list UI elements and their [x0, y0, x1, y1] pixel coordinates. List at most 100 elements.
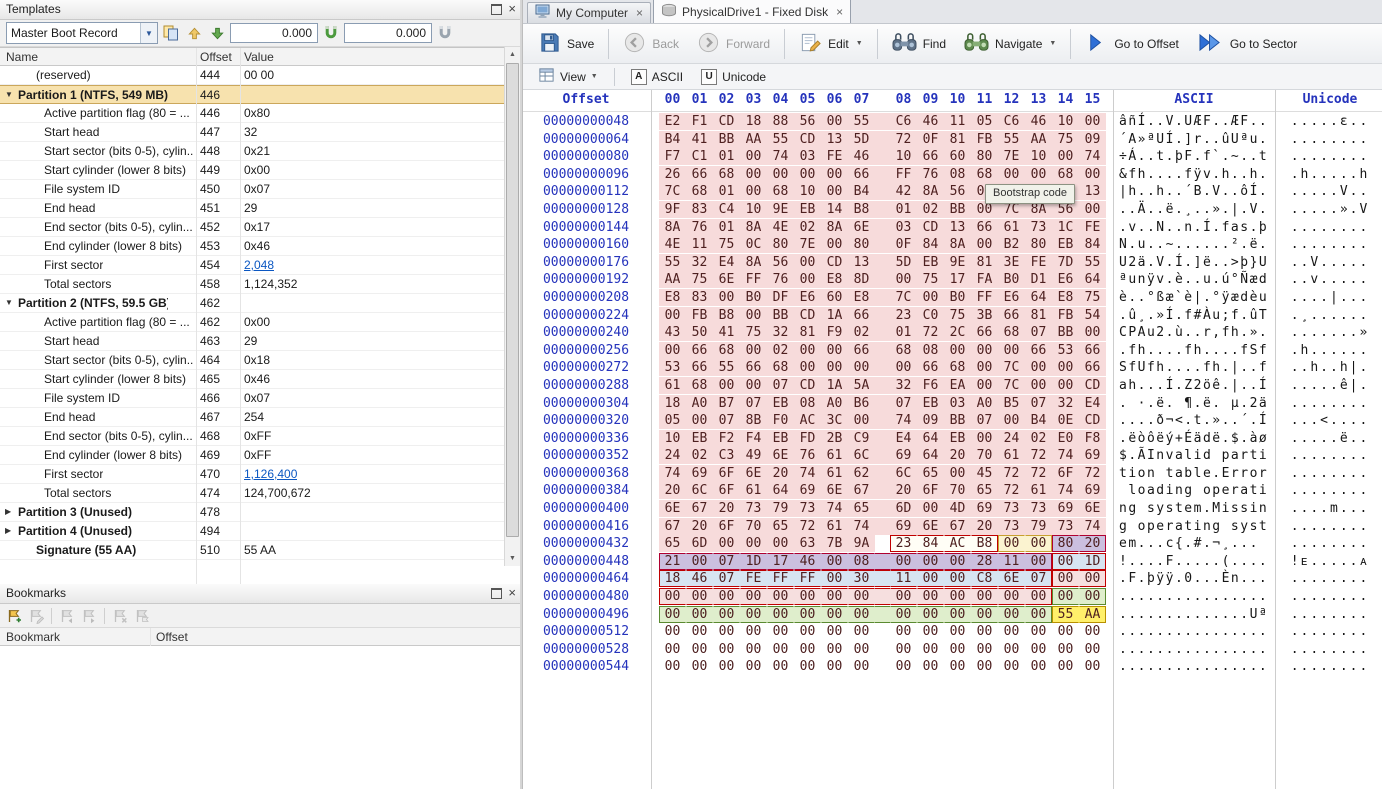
hex-byte-cell[interactable]: EB: [1052, 236, 1079, 253]
hex-byte-cell[interactable]: FD: [794, 430, 821, 447]
hex-byte-cell[interactable]: 60: [821, 289, 848, 306]
hex-byte-cell[interactable]: 74: [1079, 518, 1106, 535]
hex-byte-cell[interactable]: 7C: [998, 377, 1025, 394]
hex-byte-cell[interactable]: 20: [1079, 535, 1106, 552]
hex-byte-cell[interactable]: C6: [890, 113, 917, 130]
hex-byte-cell[interactable]: 55: [998, 131, 1025, 148]
hex-unicode-cell[interactable]: ........: [1277, 606, 1382, 623]
hex-byte-cell[interactable]: CD: [794, 307, 821, 324]
hex-byte-cell[interactable]: 68: [1052, 166, 1079, 183]
hex-byte-cell[interactable]: 00: [944, 606, 971, 623]
hex-byte-cell[interactable]: 26: [659, 166, 686, 183]
hex-byte-cell[interactable]: 74: [767, 148, 794, 165]
hex-byte-cell[interactable]: 66: [686, 342, 713, 359]
chevron-down-icon[interactable]: ▼: [140, 23, 157, 43]
template-row-total-sectors[interactable]: Total sectors4581,124,352: [0, 275, 520, 294]
hex-byte-cell[interactable]: 00: [998, 412, 1025, 429]
hex-byte-cell[interactable]: 7E: [794, 236, 821, 253]
template-row-end-head[interactable]: End head45129: [0, 199, 520, 218]
hex-byte-cell[interactable]: 7E: [998, 148, 1025, 165]
hex-byte-cell[interactable]: 68: [998, 324, 1025, 341]
hex-byte-cell[interactable]: 03: [944, 395, 971, 412]
hex-byte-cell[interactable]: AA: [740, 131, 767, 148]
hex-byte-cell[interactable]: C8: [971, 570, 998, 587]
hex-byte-cell[interactable]: 61: [998, 447, 1025, 464]
hex-byte-cell[interactable]: 00: [821, 183, 848, 200]
view-button[interactable]: View▼: [531, 66, 605, 87]
hex-byte-cell[interactable]: C3: [713, 447, 740, 464]
hex-byte-cell[interactable]: 83: [686, 201, 713, 218]
hex-byte-cell[interactable]: 32: [686, 254, 713, 271]
hex-byte-cell[interactable]: 00: [740, 183, 767, 200]
hex-byte-cell[interactable]: 55: [767, 131, 794, 148]
hex-byte-cell[interactable]: 00: [971, 658, 998, 675]
hex-byte-cell[interactable]: 88: [767, 113, 794, 130]
hex-byte-cell[interactable]: 81: [794, 324, 821, 341]
hex-byte-cell[interactable]: 00: [971, 236, 998, 253]
hex-byte-cell[interactable]: 00: [917, 500, 944, 517]
hex-byte-cell[interactable]: 6E: [767, 447, 794, 464]
hex-byte-cell[interactable]: EB: [686, 430, 713, 447]
hex-byte-cell[interactable]: 61: [740, 482, 767, 499]
hex-byte-cell[interactable]: 00: [890, 641, 917, 658]
hex-byte-cell[interactable]: 00: [713, 535, 740, 552]
template-row-start-head[interactable]: Start head46329: [0, 332, 520, 351]
chevron-down-icon[interactable]: ▼: [856, 40, 863, 47]
hex-byte-cell[interactable]: 00: [686, 553, 713, 570]
remove-bookmark-icon[interactable]: [110, 606, 130, 626]
hex-byte-cell[interactable]: 24: [659, 447, 686, 464]
hex-byte-cell[interactable]: 76: [767, 271, 794, 288]
hex-byte-cell[interactable]: 64: [1079, 271, 1106, 288]
save-button[interactable]: Save: [529, 28, 603, 60]
hex-byte-cell[interactable]: 80: [1025, 236, 1052, 253]
hex-byte-cell[interactable]: 00: [971, 342, 998, 359]
hex-byte-cell[interactable]: 00: [821, 570, 848, 587]
hex-byte-cell[interactable]: F6: [917, 377, 944, 394]
hex-unicode-cell[interactable]: !ᴇ.....ᴀ: [1277, 553, 1382, 570]
hex-byte-cell[interactable]: 74: [821, 500, 848, 517]
hex-byte-cell[interactable]: 1C: [1052, 219, 1079, 236]
hex-byte-cell[interactable]: 84: [917, 535, 944, 552]
hex-unicode-cell[interactable]: ....|...: [1277, 289, 1382, 306]
hex-byte-cell[interactable]: 75: [917, 271, 944, 288]
hex-byte-cell[interactable]: 7C: [890, 289, 917, 306]
hex-byte-cell[interactable]: 8A: [917, 183, 944, 200]
hex-byte-cell[interactable]: 01: [890, 201, 917, 218]
hex-byte-cell[interactable]: 00: [890, 271, 917, 288]
hex-byte-cell[interactable]: 42: [890, 183, 917, 200]
hex-ascii-cell[interactable]: . ·.ë. ¶.ë. µ.2ä: [1119, 395, 1269, 412]
template-row-start-sector-bits-0-5-cylin[interactable]: Start sector (bits 0-5), cylin...4640x18: [0, 351, 520, 370]
hex-byte-cell[interactable]: FF: [794, 570, 821, 587]
hex-byte-cell[interactable]: B8: [971, 535, 998, 552]
hex-byte-cell[interactable]: 14: [821, 201, 848, 218]
hex-byte-cell[interactable]: 00: [794, 588, 821, 605]
hex-byte-cell[interactable]: 00: [890, 623, 917, 640]
hex-byte-cell[interactable]: 00: [890, 606, 917, 623]
hex-byte-cell[interactable]: 18: [659, 570, 686, 587]
hex-byte-cell[interactable]: 17: [944, 271, 971, 288]
hex-byte-cell[interactable]: FB: [971, 131, 998, 148]
hex-byte-cell[interactable]: 07: [740, 395, 767, 412]
hex-byte-cell[interactable]: 02: [794, 219, 821, 236]
hex-byte-cell[interactable]: 32: [890, 377, 917, 394]
template-row-active-partition-flag-80[interactable]: Active partition flag (80 = ...4460x80: [0, 104, 520, 123]
hex-byte-cell[interactable]: 08: [917, 342, 944, 359]
edit-button[interactable]: Edit▼: [790, 28, 872, 60]
hex-byte-cell[interactable]: 62: [848, 465, 875, 482]
hex-byte-cell[interactable]: 00: [1025, 623, 1052, 640]
hex-byte-cell[interactable]: E4: [890, 430, 917, 447]
hex-byte-cell[interactable]: 5D: [890, 254, 917, 271]
hex-byte-cell[interactable]: 46: [686, 570, 713, 587]
hex-byte-cell[interactable]: 00: [767, 658, 794, 675]
hex-byte-cell[interactable]: 73: [794, 500, 821, 517]
hex-byte-cell[interactable]: 00: [686, 606, 713, 623]
hex-unicode-cell[interactable]: ........: [1277, 588, 1382, 605]
hex-byte-cell[interactable]: 64: [917, 430, 944, 447]
hex-byte-cell[interactable]: 01: [890, 324, 917, 341]
template-row-partition-4-unused[interactable]: ▶Partition 4 (Unused)494: [0, 522, 520, 541]
hex-byte-cell[interactable]: 00: [794, 641, 821, 658]
hex-byte-cell[interactable]: 00: [1052, 359, 1079, 376]
hex-byte-cell[interactable]: 00: [794, 342, 821, 359]
hex-byte-cell[interactable]: 00: [944, 553, 971, 570]
hex-byte-cell[interactable]: 00: [848, 412, 875, 429]
